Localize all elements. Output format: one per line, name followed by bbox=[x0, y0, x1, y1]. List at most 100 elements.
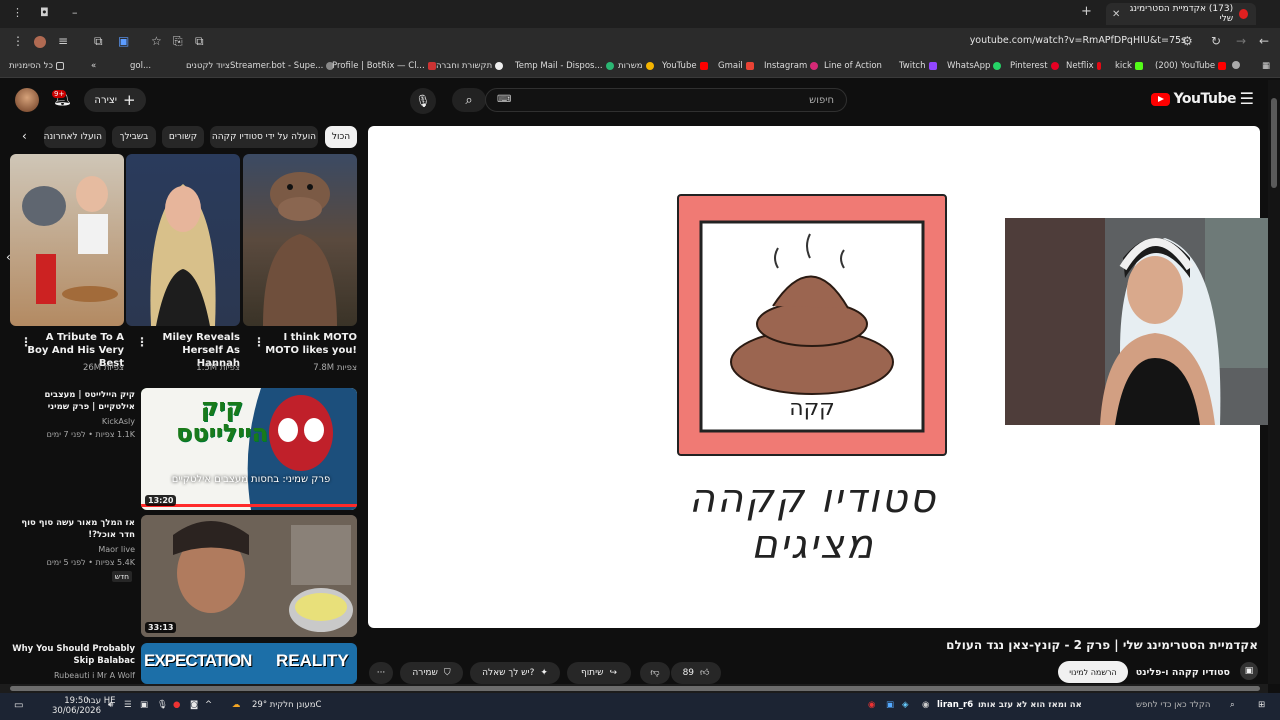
horizontal-scroll-thumb[interactable] bbox=[10, 686, 1260, 691]
bookmark-jobs[interactable]: משרות bbox=[618, 61, 654, 71]
tray-obs-icon[interactable]: ● bbox=[173, 700, 180, 710]
ask-button[interactable]: יש לך שאלה? ✦ bbox=[470, 662, 560, 684]
related-thumbnail-kick[interactable]: קיק היילייטס פרק שמיני: בחסות מעצבים איל… bbox=[141, 388, 357, 510]
vertical-scroll-thumb[interactable] bbox=[1271, 98, 1277, 188]
taskbar-app-icon[interactable]: ◈ bbox=[902, 700, 909, 710]
bookmark-all[interactable]: כל הסימניות bbox=[9, 61, 64, 71]
bookmark-netflix[interactable]: Netflix bbox=[1066, 61, 1101, 71]
subscribe-button[interactable]: הרשמה למינוי bbox=[1058, 661, 1128, 683]
bookmark-star-icon[interactable]: ☆ bbox=[151, 34, 162, 48]
reload-icon[interactable]: ↻ bbox=[1211, 34, 1221, 48]
taskbar-app-icon[interactable]: ◉ bbox=[922, 700, 929, 710]
bookmark-pinterest[interactable]: Pinterest bbox=[1010, 61, 1059, 71]
tray-app-icon[interactable]: ▣ bbox=[140, 700, 148, 710]
copy-icon[interactable]: ⎘ bbox=[173, 34, 183, 49]
avatar[interactable] bbox=[15, 88, 39, 112]
related-title[interactable]: Why You Should Probably Skip Balabac bbox=[7, 643, 135, 667]
bookmark-kick[interactable]: kick bbox=[1115, 61, 1143, 71]
chevron-left-icon[interactable]: ‹ bbox=[22, 129, 27, 143]
chip-for-you[interactable]: בשבילך bbox=[112, 126, 156, 148]
taskbar-app-icon[interactable]: ◉ bbox=[868, 700, 875, 710]
profile-icon[interactable] bbox=[34, 36, 46, 48]
active-tab[interactable]: (173) אקדמיית הסטרימינג שלי ✕ bbox=[1106, 3, 1256, 25]
bookmark-communication[interactable]: תקשורת וחברה bbox=[436, 61, 504, 71]
related-thumbnail-maor[interactable]: 33:13 bbox=[141, 515, 357, 637]
chip-uploaded-by-channel[interactable]: הועלה על ידי סטודיו קקהה bbox=[210, 126, 318, 148]
chip-recently-uploaded[interactable]: הועלו לאחרונה bbox=[44, 126, 106, 148]
bookmark-youtube-200[interactable]: (200) YouTube bbox=[1155, 61, 1227, 71]
language-indicator[interactable]: עבר HE bbox=[86, 696, 116, 706]
chip-related[interactable]: קשורים bbox=[162, 126, 204, 148]
tray-camera-icon[interactable]: ◙ bbox=[190, 700, 198, 710]
app-menu-icon[interactable]: ⋮ bbox=[12, 6, 23, 19]
translate-icon[interactable]: ▣ bbox=[118, 34, 129, 48]
related-channel[interactable]: KickAsly bbox=[102, 417, 135, 426]
shorts-prev-icon[interactable]: ‹ bbox=[6, 250, 11, 264]
create-button[interactable]: יצירה + bbox=[84, 88, 146, 112]
bookmark-twitch[interactable]: Twitch bbox=[899, 61, 937, 71]
new-tab-icon[interactable]: + bbox=[1081, 4, 1092, 19]
bookmark-instagram[interactable]: Instagram bbox=[764, 61, 819, 71]
youtube-header: 🔔︎ 9+ יצירה + 🎙︎ ⌕ חיפוש ⌨ YouTube ☰ bbox=[0, 79, 1280, 121]
search-button[interactable]: ⌕ bbox=[452, 88, 486, 112]
screenshot-icon[interactable]: ⧉ bbox=[94, 34, 103, 49]
bookmark-globe[interactable] bbox=[1232, 61, 1240, 69]
network-icon[interactable]: ☰ bbox=[124, 700, 132, 710]
share-button[interactable]: שיתוף ↪ bbox=[567, 662, 631, 684]
minimize-icon[interactable]: – bbox=[72, 6, 78, 19]
chip-all[interactable]: הכול bbox=[325, 126, 357, 148]
more-icon[interactable]: ⋮ bbox=[12, 34, 24, 48]
tray-expand-icon[interactable]: ^ bbox=[205, 700, 212, 710]
forward-icon[interactable]: → bbox=[1236, 34, 1246, 48]
share-page-icon[interactable]: ⧉ bbox=[195, 34, 204, 49]
window-icon[interactable]: ◘ bbox=[40, 6, 49, 19]
speaker-icon[interactable]: 🔊︎ bbox=[108, 700, 113, 710]
close-tab-icon[interactable]: ✕ bbox=[1106, 9, 1120, 20]
save-button[interactable]: שמירה ⛉ bbox=[400, 662, 463, 684]
keyboard-icon[interactable]: ⌨ bbox=[497, 94, 511, 105]
bookmarks-grid-icon[interactable]: ▦ bbox=[1262, 61, 1270, 71]
related-thumbnail-balabac[interactable]: EXPECTATION REALITY bbox=[141, 643, 357, 684]
dislike-button[interactable]: 👎︎ bbox=[640, 662, 670, 684]
related-title[interactable]: אז המלך מאור עשה סוף סוף חדר אוכל?! bbox=[7, 517, 135, 541]
related-channel[interactable]: Maor live bbox=[98, 545, 135, 554]
taskbar-app-icon[interactable]: ▣ bbox=[886, 700, 894, 710]
bookmark-streamerbot[interactable]: Streamer.bot - Supe... bbox=[230, 61, 335, 71]
search-input[interactable]: חיפוש bbox=[485, 88, 847, 112]
tray-mic-icon[interactable]: 🎙︎ bbox=[157, 700, 168, 710]
short-thumbnail-moto[interactable] bbox=[243, 154, 357, 326]
windows-start-icon[interactable]: ⊞ bbox=[1258, 700, 1265, 710]
short-thumbnail-miley[interactable] bbox=[126, 154, 240, 326]
short-thumbnail-boy[interactable] bbox=[10, 154, 124, 326]
bookmark-gmail[interactable]: Gmail bbox=[718, 61, 754, 71]
back-icon[interactable]: ← bbox=[1259, 34, 1269, 48]
bookmark-kids-gear[interactable]: ציוד לקטנים bbox=[186, 61, 230, 71]
short-title[interactable]: I think MOTO MOTO likes you! bbox=[255, 331, 357, 357]
related-channel[interactable]: Rubeauti i Mr A Wolf bbox=[54, 671, 135, 680]
url-field[interactable]: youtube.com/watch?v=RmAPfDPqHIU&t=75s bbox=[970, 35, 1186, 46]
bookmark-botrix[interactable]: Profile | BotRix — Cl... bbox=[332, 61, 436, 71]
weather-text[interactable]: מעונן חלקית 29°C bbox=[252, 700, 321, 710]
bookmark-youtube[interactable]: YouTube bbox=[662, 61, 708, 71]
more-actions-button[interactable]: ··· bbox=[369, 662, 393, 684]
voice-search-button[interactable]: 🎙︎ bbox=[410, 88, 436, 114]
gmail-icon bbox=[745, 62, 754, 70]
extensions-icon[interactable]: ≡ bbox=[58, 34, 68, 48]
youtube-logo[interactable]: YouTube bbox=[1150, 91, 1237, 107]
taskbar-search-icon[interactable]: ⌕ bbox=[1230, 700, 1235, 710]
notifications-icon[interactable]: ▭ bbox=[14, 700, 23, 711]
site-settings-icon[interactable]: ⚙ bbox=[1182, 34, 1193, 48]
bookmark-tempmail[interactable]: Temp Mail - Dispos... bbox=[515, 61, 614, 71]
bookmark-line-of-action[interactable]: Line of Action bbox=[824, 61, 882, 71]
boy-and-dog-illustration bbox=[22, 176, 118, 304]
taskbar-search-input[interactable]: הקלד כאן כדי לחפש bbox=[1136, 700, 1210, 710]
bookmarks-overflow-icon[interactable]: « bbox=[91, 61, 96, 71]
channel-name[interactable]: סטודיו קקהה ו-פלינט bbox=[1136, 667, 1230, 678]
bookmark-whatsapp[interactable]: WhatsApp bbox=[947, 61, 1002, 71]
bookmark-gol[interactable]: gol... bbox=[130, 61, 151, 71]
channel-avatar[interactable]: ▣ bbox=[1240, 662, 1258, 680]
youtube-favicon-icon bbox=[1239, 9, 1248, 19]
related-title[interactable]: קיק היילייטס | מעצבים אילטקיים | פרק שמי… bbox=[7, 389, 135, 413]
hamburger-menu-icon[interactable]: ☰ bbox=[1240, 89, 1254, 108]
like-button[interactable]: 89 👍︎ bbox=[671, 662, 721, 684]
